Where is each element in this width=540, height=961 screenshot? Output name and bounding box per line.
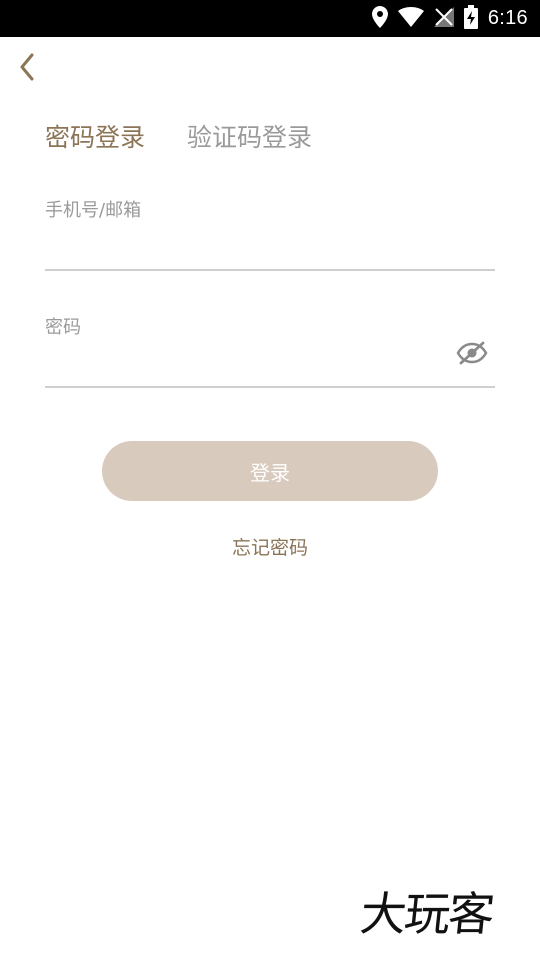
chevron-left-icon	[19, 53, 35, 85]
status-icons: 6:16	[371, 0, 528, 37]
no-signal-icon	[433, 6, 454, 31]
location-icon	[371, 5, 388, 32]
login-button[interactable]: 登录	[102, 441, 438, 501]
account-input[interactable]	[45, 230, 495, 266]
status-bar: 6:16	[0, 0, 540, 37]
watermark-logo: 大玩客	[356, 885, 531, 953]
tab-code-login[interactable]: 验证码登录	[187, 118, 312, 154]
eye-hidden-icon	[456, 341, 488, 369]
password-input[interactable]	[45, 345, 445, 381]
password-visibility-toggle[interactable]	[454, 340, 490, 370]
wifi-icon	[397, 6, 424, 31]
battery-charging-icon	[463, 4, 478, 33]
password-underline	[45, 386, 495, 388]
forgot-password-link[interactable]: 忘记密码	[0, 533, 540, 560]
password-label: 密码	[45, 317, 81, 338]
svg-text:大玩客: 大玩客	[358, 887, 497, 941]
back-button[interactable]	[10, 52, 44, 86]
tab-password-login[interactable]: 密码登录	[45, 118, 145, 154]
login-mode-tabs: 密码登录 验证码登录	[45, 118, 312, 154]
status-time: 6:16	[487, 7, 528, 29]
account-label: 手机号/邮箱	[45, 200, 142, 221]
account-underline	[45, 269, 495, 271]
